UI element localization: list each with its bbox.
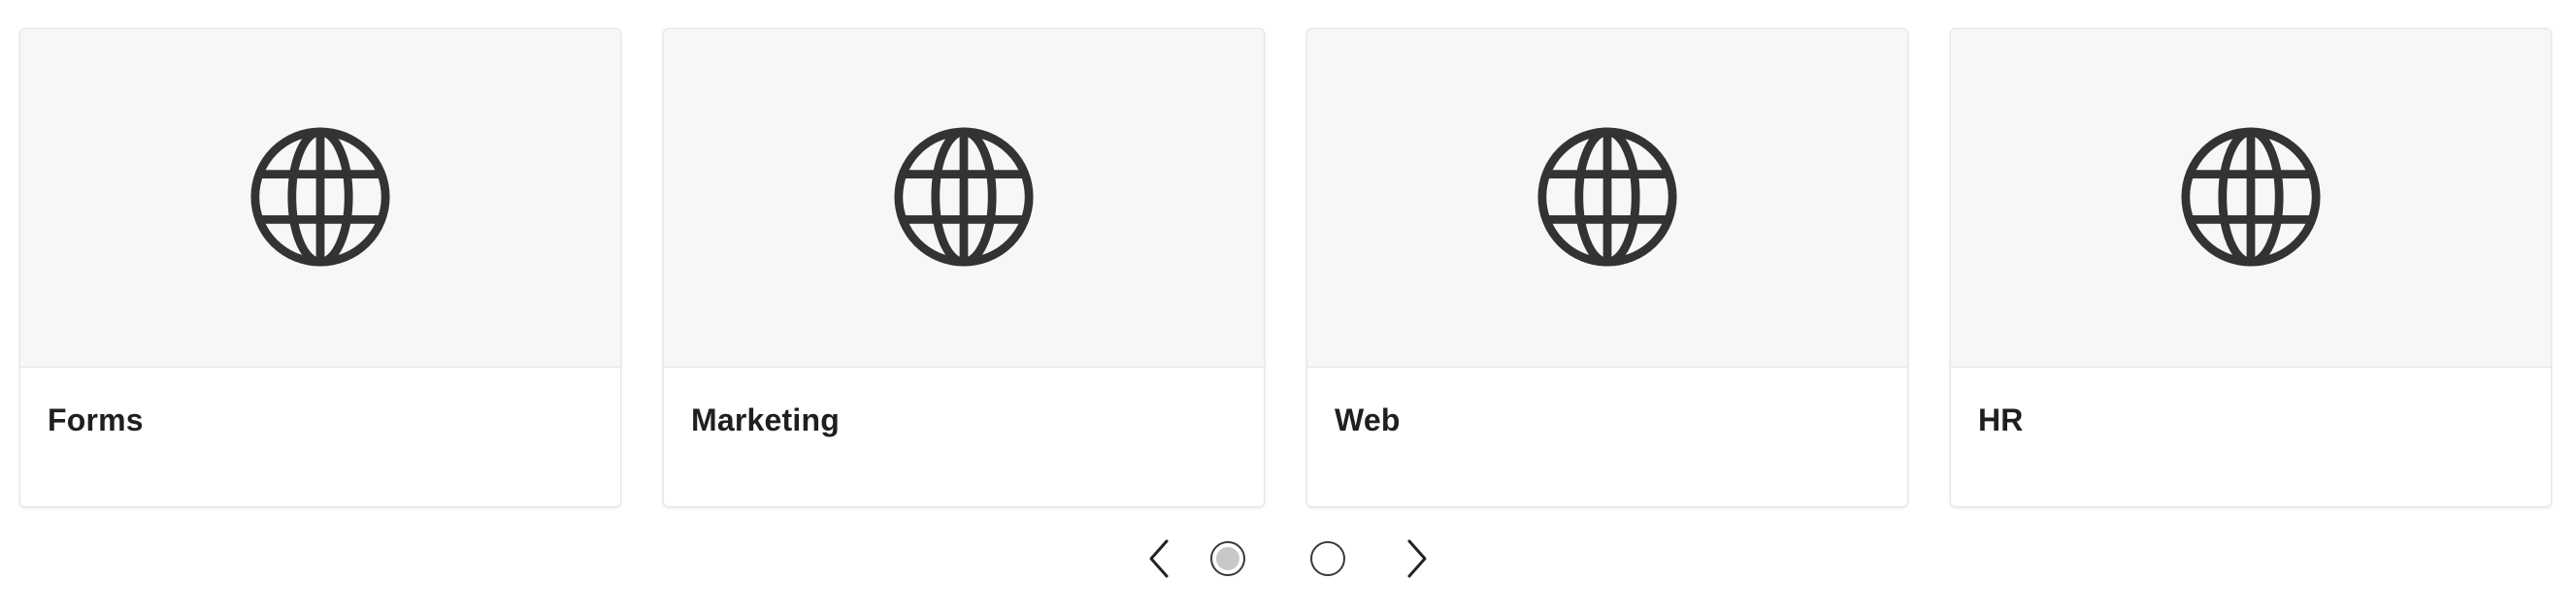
page-dot-2[interactable] (1310, 541, 1345, 576)
card-body: Forms (20, 368, 620, 506)
card-hr[interactable]: HR (1950, 28, 2552, 507)
card-media (1307, 29, 1907, 368)
card-marketing[interactable]: Marketing (663, 28, 1265, 507)
card-media (1951, 29, 2551, 368)
previous-button[interactable] (1138, 537, 1180, 580)
card-body: Web (1307, 368, 1907, 506)
chevron-left-icon (1149, 539, 1169, 578)
page-dot-1[interactable] (1210, 541, 1245, 576)
chevron-right-icon (1407, 539, 1427, 578)
card-body: HR (1951, 368, 2551, 506)
card-media (664, 29, 1264, 368)
globe-icon (250, 127, 390, 267)
card-body: Marketing (664, 368, 1264, 506)
card-web[interactable]: Web (1306, 28, 1908, 507)
carousel-track: Forms Marketing Web HR (19, 28, 2557, 507)
globe-icon (2181, 127, 2321, 267)
globe-icon (894, 127, 1034, 267)
globe-icon (1537, 127, 1677, 267)
carousel-pagination (0, 537, 2576, 580)
active-dot-fill (1216, 547, 1239, 570)
card-title: HR (1978, 402, 2024, 437)
card-media (20, 29, 620, 368)
card-title: Forms (48, 402, 144, 437)
card-title: Marketing (691, 402, 840, 437)
card-title: Web (1335, 402, 1401, 437)
template-carousel: Forms Marketing Web HR (0, 0, 2576, 611)
next-button[interactable] (1396, 537, 1438, 580)
card-forms[interactable]: Forms (19, 28, 621, 507)
